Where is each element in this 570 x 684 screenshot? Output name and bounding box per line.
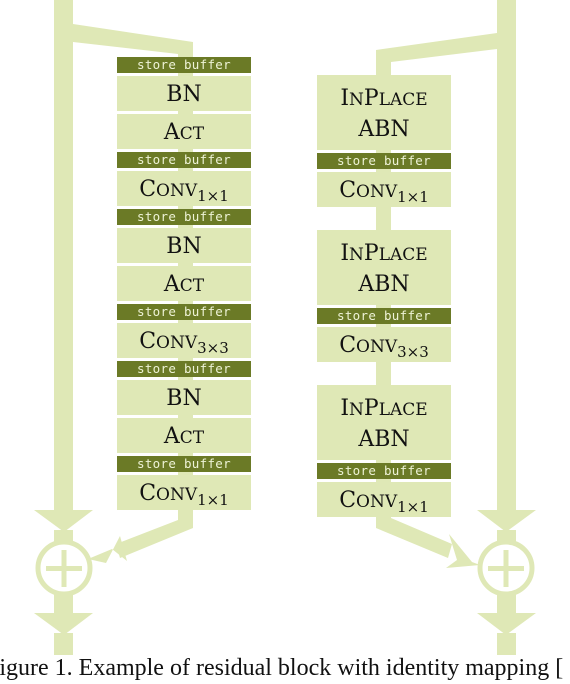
left-layer-label: ACT	[163, 120, 205, 145]
right-layer-label: INPLACE	[340, 396, 427, 421]
right-residual-return	[376, 512, 452, 558]
right-trunk-out	[497, 633, 516, 655]
right-store-buffer-label: store buffer	[337, 308, 431, 323]
left-residual-arrowhead	[88, 536, 127, 563]
right-residual-arrowhead	[446, 534, 480, 568]
right-branch-diagonal	[376, 33, 497, 78]
right-trunk-upper	[497, 0, 516, 510]
right-store-buffer-label: store buffer	[337, 463, 431, 478]
left-trunk-arrow-in	[34, 510, 93, 532]
right-output-arrow	[477, 613, 536, 635]
right-layer-label: INPLACE	[340, 86, 427, 111]
left-output-arrow	[34, 613, 93, 635]
left-plus-v	[61, 550, 67, 587]
left-layer-label: BN	[166, 234, 201, 259]
left-store-buffer-label: store buffer	[137, 304, 231, 319]
right-store-buffer-label: store buffer	[337, 153, 431, 168]
left-layer-label: BN	[166, 386, 201, 411]
right-layer-label: ABN	[357, 272, 409, 297]
left-store-buffer-label: store buffer	[137, 152, 231, 167]
left-block-stack: store bufferBNACTstore bufferCONV1×1stor…	[117, 57, 251, 510]
left-layer-label: BN	[166, 82, 201, 107]
left-trunk-upper	[54, 0, 73, 510]
left-store-buffer-label: store buffer	[137, 209, 231, 224]
figure-caption: Figure 1. Example of residual block with…	[0, 655, 564, 681]
right-layer-label: ABN	[357, 427, 409, 452]
right-plus-v	[503, 550, 509, 587]
left-layer-label: ACT	[163, 424, 205, 449]
left-store-buffer-label: store buffer	[137, 57, 231, 72]
right-layer-label: ABN	[357, 117, 409, 142]
left-store-buffer-label: store buffer	[137, 361, 231, 376]
right-trunk-arrow-in	[477, 510, 536, 532]
right-block-stack: INPLACEABNstore bufferCONV1×1INPLACEABNs…	[317, 75, 451, 517]
right-layer-label: INPLACE	[340, 241, 427, 266]
left-store-buffer-label: store buffer	[137, 456, 231, 471]
right-trunk-lower	[497, 592, 516, 614]
left-branch-diagonal	[73, 24, 193, 60]
left-trunk-out	[54, 633, 73, 655]
residual-block-diagram: store bufferBNACTstore bufferCONV1×1stor…	[34, 0, 536, 655]
left-trunk-lower	[54, 592, 73, 614]
left-residual-return	[116, 512, 193, 558]
left-layer-label: ACT	[163, 272, 205, 297]
